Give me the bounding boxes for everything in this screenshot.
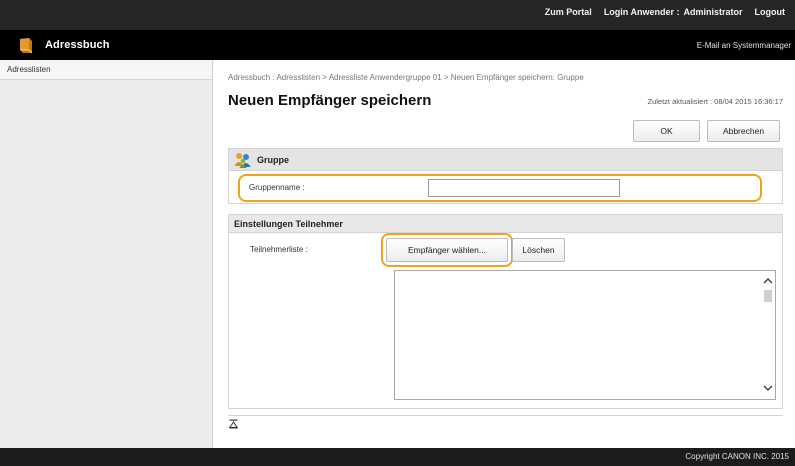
logout-link[interactable]: Logout — [749, 7, 792, 17]
group-icon — [234, 152, 251, 168]
to-top-icon[interactable] — [229, 419, 238, 429]
delete-button[interactable]: Löschen — [512, 238, 565, 262]
mail-admin-link[interactable]: E-Mail an Systemmanager — [697, 41, 791, 50]
footer: Copyright CANON INC. 2015 — [0, 448, 795, 466]
copyright: Copyright CANON INC. 2015 — [685, 452, 789, 461]
book-icon — [20, 38, 33, 54]
group-name-label: Gruppenname : — [249, 183, 305, 192]
portal-link[interactable]: Zum Portal — [539, 7, 598, 17]
scroll-up-icon[interactable] — [762, 275, 774, 287]
last-updated: Zuletzt aktualisiert : 08/04 2015 16:36:… — [647, 97, 783, 106]
listbox-scrollbar[interactable] — [762, 272, 774, 398]
participants-panel-header: Einstellungen Teilnehmer — [229, 215, 782, 233]
scroll-thumb[interactable] — [764, 290, 772, 302]
group-panel-title: Gruppe — [257, 154, 290, 165]
group-name-input[interactable] — [428, 179, 620, 197]
sidebar-item-label: Adresslisten — [7, 65, 51, 74]
app-bar: Adressbuch E-Mail an Systemmanager — [0, 30, 795, 60]
select-recipient-button[interactable]: Empfänger wählen... — [386, 238, 508, 262]
scroll-down-icon[interactable] — [762, 382, 774, 394]
group-panel-header: Gruppe — [229, 149, 782, 171]
sidebar-item-address-lists[interactable]: Adresslisten — [0, 60, 212, 80]
user-name: Administrator — [683, 7, 743, 17]
sidebar: Adresslisten — [0, 60, 213, 448]
breadcrumb: Adressbuch : Adresslisten > Adressliste … — [228, 73, 584, 82]
participant-listbox[interactable] — [394, 270, 776, 400]
cancel-button[interactable]: Abbrechen — [707, 120, 780, 142]
top-links: Zum Portal Login Anwender : Administrato… — [539, 6, 791, 18]
ok-button[interactable]: OK — [633, 120, 700, 142]
app-title: Adressbuch — [45, 39, 110, 51]
panel-divider — [228, 415, 783, 416]
participants-panel-title: Einstellungen Teilnehmer — [234, 218, 343, 229]
participant-list-label: Teilnehmerliste : — [250, 245, 308, 254]
page-title: Neuen Empfänger speichern — [228, 92, 432, 109]
top-bar: Zum Portal Login Anwender : Administrato… — [0, 0, 795, 30]
login-user-label: Login Anwender : — [603, 7, 680, 17]
